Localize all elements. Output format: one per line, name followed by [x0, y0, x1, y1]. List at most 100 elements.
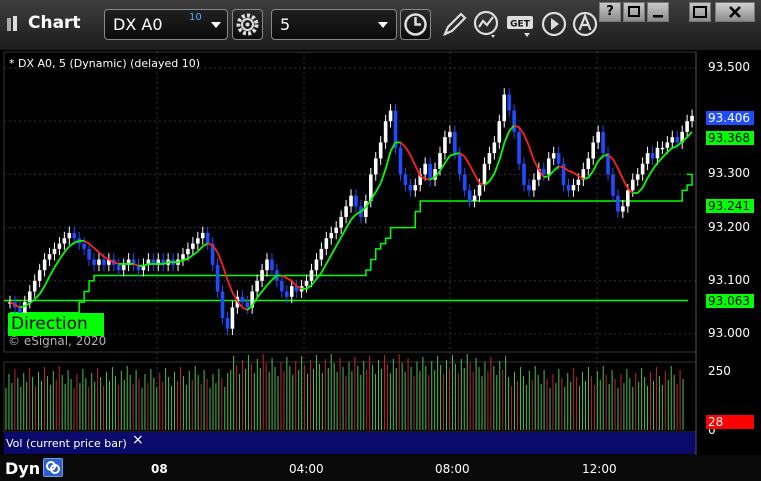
link-button[interactable] — [43, 458, 63, 477]
time-tick-label: 08 — [151, 462, 168, 476]
time-button[interactable] — [400, 9, 431, 40]
candle-body — [438, 153, 442, 170]
price-tick-label: 93.500 — [708, 59, 750, 74]
candle-body — [611, 174, 615, 196]
pencil-icon[interactable] — [440, 8, 468, 40]
candle-body — [492, 142, 497, 154]
candle-body — [457, 153, 462, 175]
candle-body — [556, 153, 561, 164]
ma-segment — [454, 152, 460, 155]
candle-body — [265, 259, 269, 271]
candle-body — [690, 115, 694, 122]
candle-body — [467, 190, 472, 201]
candle-body — [423, 163, 427, 175]
ma-segment — [583, 177, 589, 180]
candle-body — [186, 248, 190, 255]
studies-icon[interactable] — [473, 8, 501, 40]
alert-icon[interactable] — [571, 8, 599, 40]
symbol-value: DX A0 — [113, 15, 163, 34]
symbol-input[interactable]: DX A0 10 — [104, 9, 228, 40]
candle-body — [388, 110, 393, 122]
price-tick-label: 93.300 — [708, 166, 750, 181]
candle-body — [487, 153, 492, 164]
candle-body — [453, 131, 457, 154]
candle-body — [650, 153, 655, 159]
candle-body — [665, 142, 670, 148]
chart-grid — [3, 51, 697, 454]
candle-body — [626, 190, 630, 207]
study-label: * DX A0, 5 (Dynamic) (delayed 10) — [9, 57, 200, 70]
help-button[interactable]: ? — [599, 2, 621, 22]
candle-body — [245, 302, 250, 308]
candle-body — [541, 169, 546, 175]
candle-body — [428, 163, 432, 180]
candle-body — [57, 243, 62, 249]
close-button[interactable] — [715, 2, 755, 22]
candle-body — [383, 121, 388, 143]
minimize-icon — [653, 15, 663, 18]
candle-body — [52, 248, 57, 255]
interval-select[interactable]: 5 — [271, 9, 397, 40]
candle-body — [670, 137, 675, 143]
candle-body — [270, 259, 274, 271]
price-tick-label: 93.100 — [708, 272, 750, 287]
maximize-button[interactable] — [689, 2, 711, 22]
candle-body — [329, 232, 334, 239]
candle-body — [18, 307, 22, 313]
volume-close-icon[interactable]: × — [132, 432, 144, 448]
price-tag: 93.241 — [706, 198, 754, 213]
direction-label: Direction — [8, 313, 104, 336]
candle-body — [571, 185, 576, 191]
candle-body — [482, 163, 487, 186]
time-tick-label: 04:00 — [289, 462, 324, 476]
chevron-down-icon[interactable] — [211, 22, 221, 28]
candle-body — [477, 185, 482, 196]
candle-body — [413, 185, 418, 191]
minimize-button[interactable] — [647, 2, 669, 22]
candle-body — [502, 94, 507, 122]
candle-body — [196, 238, 200, 244]
interval-value: 5 — [280, 15, 291, 34]
price-tag: 93.063 — [706, 293, 754, 308]
candle-body — [640, 163, 645, 175]
candle-body — [630, 179, 635, 191]
candle-body — [354, 195, 358, 207]
candle-body — [284, 291, 289, 297]
candle-body — [215, 264, 220, 292]
candle-body — [462, 174, 467, 191]
candle-body — [527, 185, 531, 191]
candle-body — [205, 232, 210, 244]
candle-body — [32, 280, 37, 292]
candle-body — [378, 142, 383, 159]
candle-body — [191, 243, 195, 249]
candle-body — [591, 142, 596, 159]
get-icon[interactable]: GET — [506, 8, 534, 40]
ma-segment — [425, 177, 431, 181]
settings-button[interactable] — [232, 9, 263, 40]
candle-body — [121, 264, 126, 271]
candle-body — [67, 232, 72, 239]
candle-body — [181, 254, 185, 260]
price-tag: 93.368 — [706, 131, 754, 146]
candle-body — [517, 131, 521, 164]
candle-body — [448, 131, 452, 138]
ma-segment — [558, 165, 564, 169]
candle-body — [596, 131, 600, 143]
chevron-down-icon[interactable] — [378, 22, 388, 28]
link-icon — [46, 461, 60, 474]
price-chart[interactable] — [0, 50, 761, 455]
candle-body — [507, 94, 511, 111]
candle-body — [645, 153, 650, 164]
candle-body — [403, 174, 408, 186]
candle-body — [289, 286, 294, 297]
candle-body — [280, 280, 284, 292]
candle-body — [398, 147, 403, 175]
restore-button[interactable] — [623, 2, 645, 22]
candle-body — [551, 153, 556, 159]
candle-body — [23, 302, 27, 313]
clock-icon — [404, 13, 427, 36]
candle-body — [601, 131, 605, 154]
candle-body — [62, 238, 67, 244]
play-icon[interactable] — [540, 8, 568, 40]
candle-body — [27, 291, 32, 303]
